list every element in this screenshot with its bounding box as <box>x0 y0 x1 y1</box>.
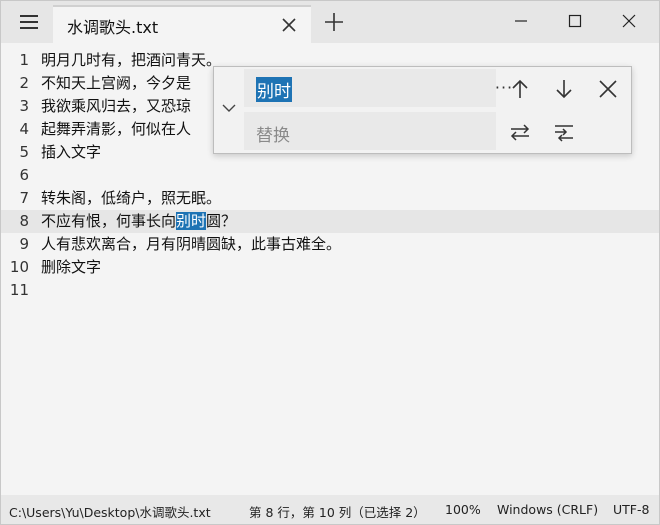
notepad-window: 水调歌头.txt 1 明月几时有，把酒问青天。 2 不知天上宫阙，今夕是 3 我… <box>0 0 660 525</box>
line-number: 11 <box>9 281 29 299</box>
line-text: 不应有恨，何事长向别时圆？ <box>41 210 236 233</box>
close-icon <box>599 80 617 98</box>
find-input[interactable]: 别时 ··· <box>244 69 512 107</box>
tab-close-icon[interactable] <box>277 13 301 37</box>
close-icon <box>622 14 636 28</box>
line-number: 2 <box>19 74 29 92</box>
line-number: 1 <box>19 51 29 69</box>
status-encoding[interactable]: UTF-8 <box>613 502 649 517</box>
editor-line: 9 人有悲欢离合，月有阴晴圆缺，此事古难全。 <box>1 233 659 256</box>
maximize-icon <box>568 14 582 28</box>
replace-input[interactable]: 替换 <box>244 112 496 150</box>
line-number: 3 <box>19 97 29 115</box>
editor-line: 10 删除文字 <box>1 256 659 279</box>
line-number: 10 <box>9 258 29 276</box>
find-query: 别时 <box>256 77 292 102</box>
line-number: 6 <box>19 166 29 184</box>
status-file-path: C:\Users\Yu\Desktop\水调歌头.txt <box>9 505 211 520</box>
window-close-button[interactable] <box>607 5 651 37</box>
arrow-down-icon <box>556 80 572 99</box>
search-match-highlight: 别时 <box>176 212 207 230</box>
replace-all-button[interactable] <box>547 115 581 149</box>
find-next-button[interactable] <box>547 72 581 106</box>
replace-button[interactable] <box>503 115 537 149</box>
chevron-down-icon[interactable] <box>218 97 240 119</box>
tab-title: 水调歌头.txt <box>67 18 159 37</box>
tab-file[interactable]: 水调歌头.txt <box>53 5 311 43</box>
arrow-up-icon <box>512 79 528 98</box>
editor-line-current: 8 不应有恨，何事长向别时圆？ <box>1 210 659 233</box>
new-tab-icon[interactable] <box>321 9 347 35</box>
replace-icon <box>510 124 530 141</box>
line-text: 插入文字 <box>41 143 102 161</box>
line-text: 删除文字 <box>41 258 102 276</box>
title-bar: 水调歌头.txt <box>1 1 659 43</box>
line-text: 我欲乘风归去，又恐琼 <box>41 97 192 115</box>
line-text-after: 圆？ <box>206 212 237 230</box>
editor-line: 7 转朱阁，低绮户，照无眠。 <box>1 187 659 210</box>
line-text: 起舞弄清影，何似在人 <box>41 120 192 138</box>
line-text: 不知天上宫阙，今夕是 <box>41 74 192 92</box>
line-text: 明月几时有，把酒问青天。 <box>41 51 222 69</box>
line-number: 9 <box>19 235 29 253</box>
status-cursor-position[interactable]: 第 8 行，第 10 列（已选择 2） <box>249 502 426 521</box>
find-previous-button[interactable] <box>503 72 537 106</box>
replace-placeholder: 替换 <box>256 126 290 146</box>
minimize-icon <box>515 20 527 22</box>
line-number: 4 <box>19 120 29 138</box>
editor-line: 6 <box>1 164 659 187</box>
line-text: 转朱阁，低绮户，照无眠。 <box>41 189 222 207</box>
minimize-button[interactable] <box>499 5 543 37</box>
line-number: 8 <box>19 212 29 230</box>
status-bar: C:\Users\Yu\Desktop\水调歌头.txt 第 8 行，第 10 … <box>1 495 659 524</box>
line-text-before: 不应有恨，何事长向 <box>41 212 177 230</box>
replace-all-icon <box>555 125 573 142</box>
line-number: 7 <box>19 189 29 207</box>
line-number: 5 <box>19 143 29 161</box>
maximize-button[interactable] <box>553 5 597 37</box>
editor-line: 11 <box>1 279 659 302</box>
menu-icon[interactable] <box>9 7 49 37</box>
find-replace-panel: 别时 ··· 替换 <box>213 66 632 154</box>
status-line-ending[interactable]: Windows (CRLF) <box>497 502 598 517</box>
line-text: 人有悲欢离合，月有阴晴圆缺，此事古难全。 <box>41 235 342 253</box>
status-zoom[interactable]: 100% <box>445 502 481 517</box>
find-close-button[interactable] <box>591 72 625 106</box>
